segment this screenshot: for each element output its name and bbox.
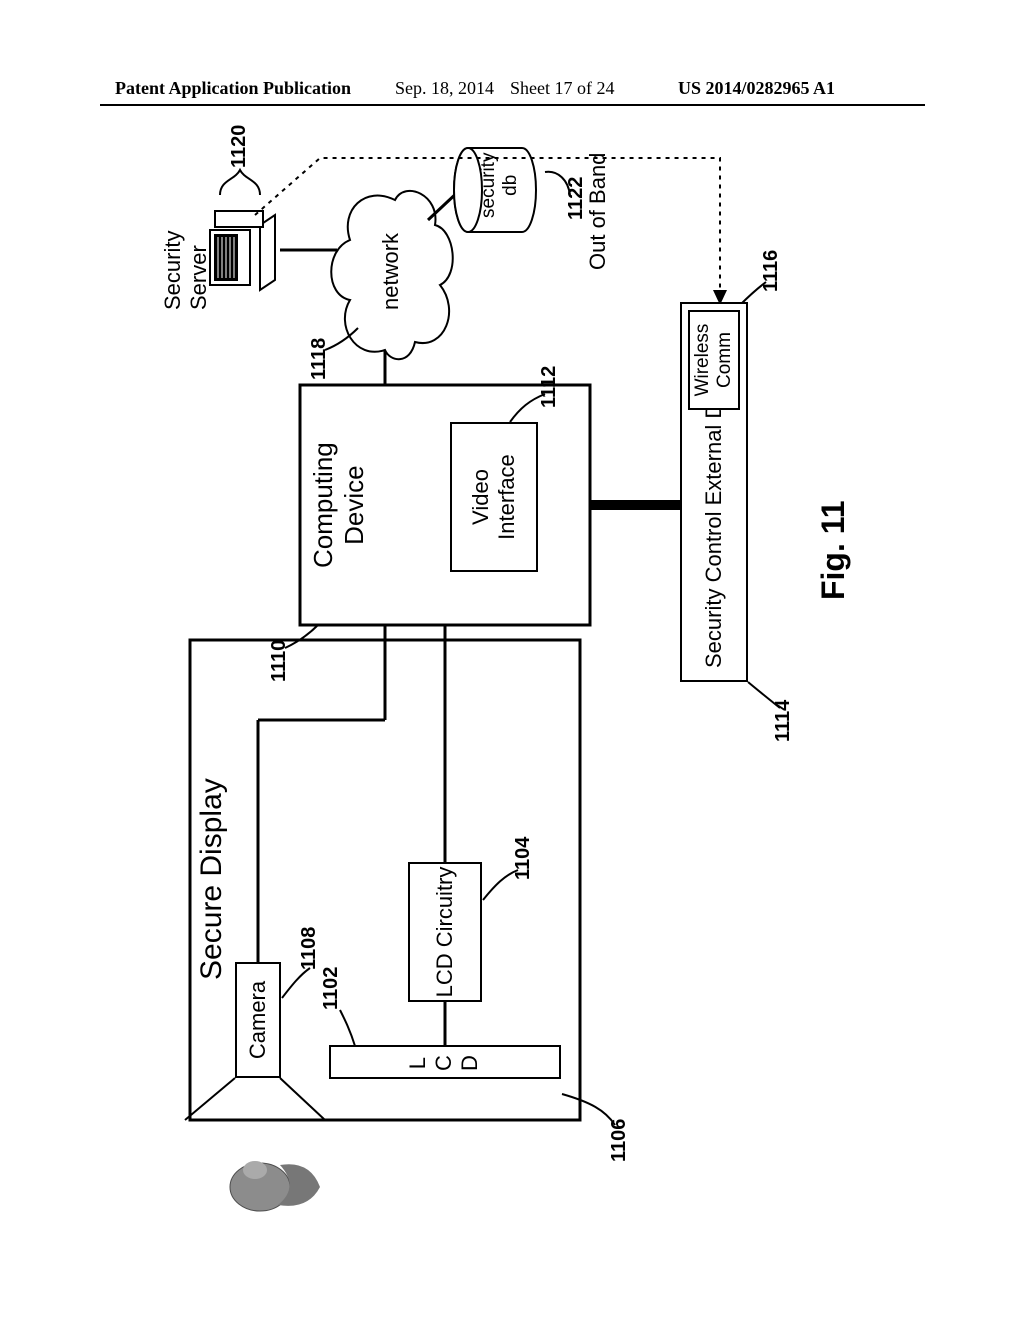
security-db-label: security db — [478, 153, 522, 218]
ref-1106: 1106 — [608, 1119, 631, 1162]
secure-display-title: Secure Display — [195, 778, 229, 980]
ref-1102: 1102 — [320, 967, 343, 1010]
video-interface-label: Video Interface — [468, 424, 520, 570]
ref-1118: 1118 — [308, 338, 331, 380]
diagram-zone: Secure Display Camera L C D LCD Circuitr… — [150, 150, 870, 1180]
header-rule — [100, 104, 925, 106]
patent-page: Patent Application Publication Sep. 18, … — [0, 0, 1024, 1320]
camera-label: Camera — [245, 981, 271, 1059]
ref-1114: 1114 — [772, 700, 795, 742]
publication-date: Sep. 18, 2014 — [395, 78, 494, 99]
computing-device-title: Computing Device — [308, 442, 370, 568]
server-icon — [210, 211, 275, 290]
ref-1108: 1108 — [298, 927, 321, 970]
lcd-circuitry-box: LCD Circuitry — [408, 862, 482, 1002]
figure-label: Fig. 11 — [815, 500, 852, 600]
wireless-comm-label: Wireless Comm — [692, 312, 736, 408]
ref-1112: 1112 — [538, 366, 561, 408]
ref-1110: 1110 — [268, 640, 291, 682]
publication-label: Patent Application Publication — [115, 78, 351, 99]
lcd-circuitry-label: LCD Circuitry — [432, 867, 458, 998]
out-of-band-label: Out of Band — [585, 153, 611, 270]
diagram-inner: Secure Display Camera L C D LCD Circuitr… — [150, 150, 870, 1180]
ref-1104: 1104 — [512, 837, 535, 880]
camera-box: Camera — [235, 962, 281, 1078]
wireless-comm-box: Wireless Comm — [688, 310, 740, 410]
security-server-label: Security Server — [160, 231, 212, 310]
ref-1116: 1116 — [760, 250, 783, 292]
ref-1122: 1122 — [565, 177, 588, 220]
docnum: US 2014/0282965 A1 — [678, 78, 835, 99]
ref-1120: 1120 — [228, 125, 251, 168]
network-label: network — [378, 233, 404, 310]
lcd-label: L C D — [405, 1055, 483, 1071]
video-interface-box: Video Interface — [450, 422, 538, 572]
sheet-number: Sheet 17 of 24 — [510, 78, 614, 99]
